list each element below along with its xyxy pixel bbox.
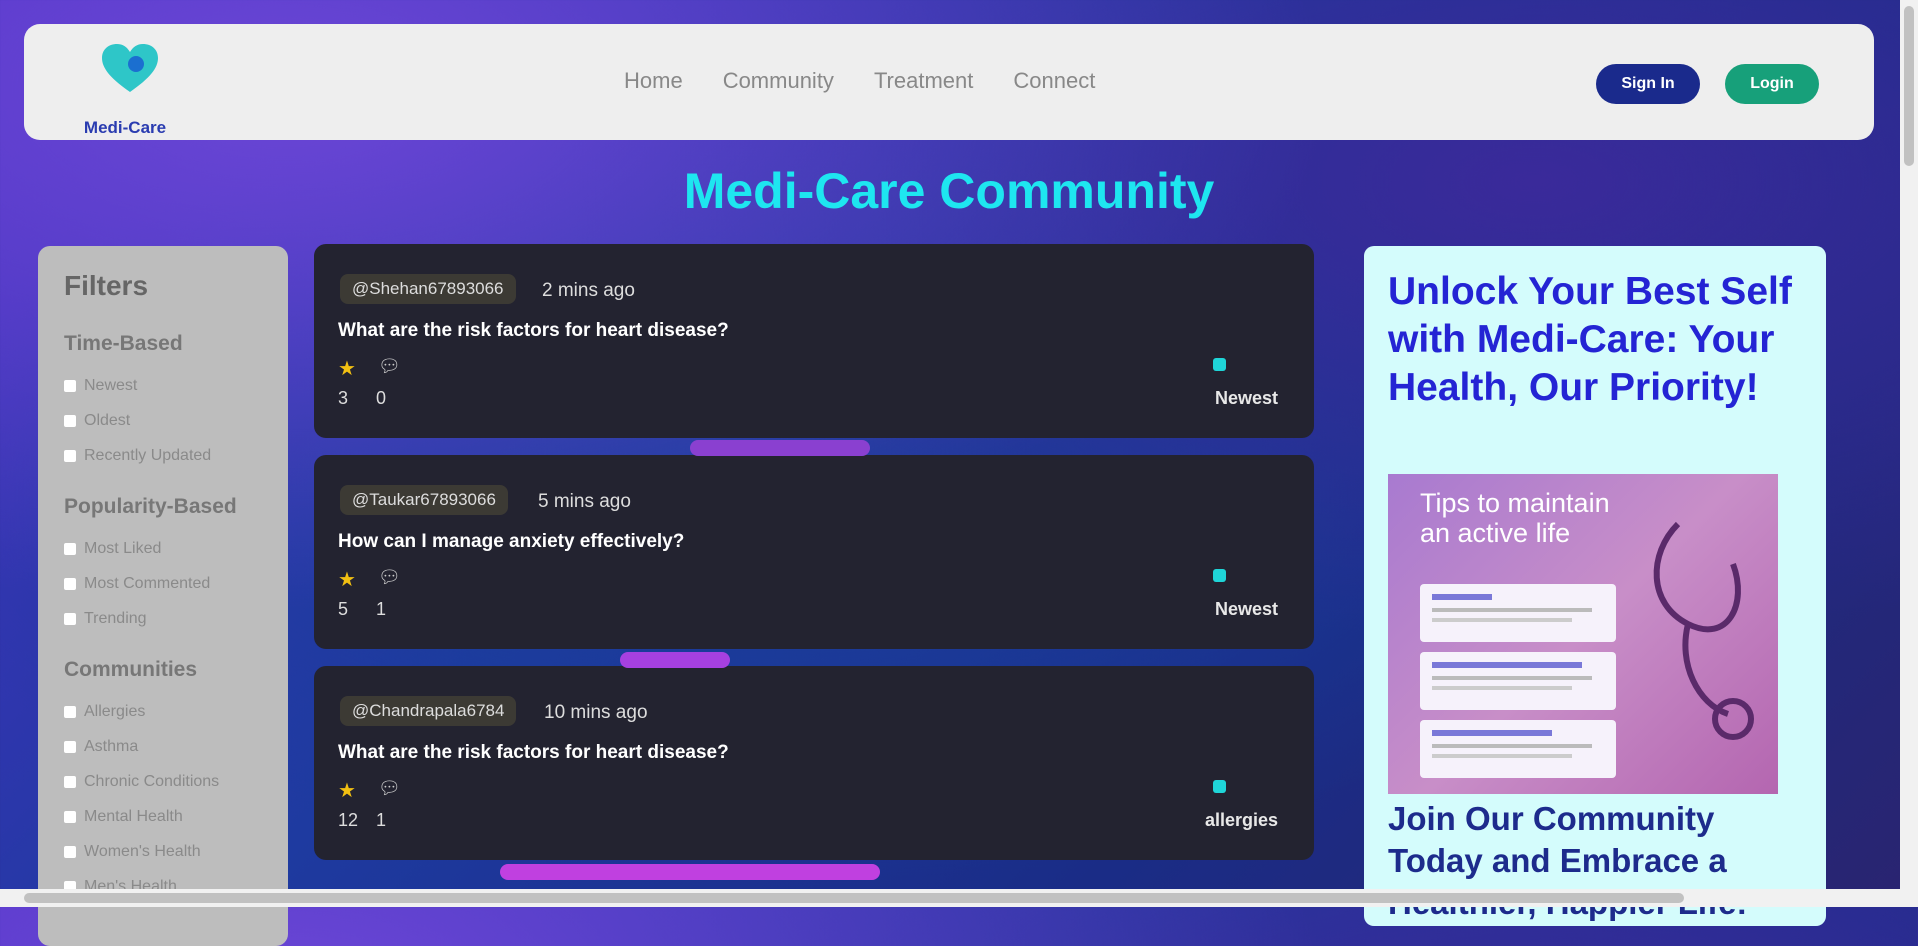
filter-option-most-liked[interactable]: Most Liked — [64, 531, 262, 566]
tip-card — [1420, 584, 1616, 642]
tip-card — [1420, 720, 1616, 778]
post-timestamp: 5 mins ago — [538, 491, 631, 512]
horizontal-scrollbar[interactable] — [0, 889, 1900, 907]
filter-group-popularity: Popularity-Based Most Liked Most Comment… — [64, 495, 262, 636]
filter-option-oldest[interactable]: Oldest — [64, 403, 262, 438]
checkbox[interactable] — [64, 705, 76, 718]
post-tag: allergies — [1204, 810, 1278, 830]
posts-feed: @Shehan67893066 2 mins ago What are the … — [314, 244, 1314, 877]
tag-indicator-icon — [1213, 569, 1226, 582]
filter-option-label: Recently Updated — [84, 446, 212, 464]
post-question[interactable]: What are the risk factors for heart dise… — [338, 742, 729, 764]
checkbox[interactable] — [64, 810, 76, 823]
filters-panel: Filters Time-Based Newest Oldest Recentl… — [38, 246, 288, 946]
filter-group-time: Time-Based Newest Oldest Recently Update… — [64, 332, 262, 473]
post-tag: Newest — [1214, 388, 1278, 408]
vertical-scrollbar[interactable] — [1900, 0, 1918, 907]
nav-home[interactable]: Home — [624, 68, 683, 94]
nav-connect[interactable]: Connect — [1013, 68, 1095, 94]
filter-group-label: Popularity-Based — [64, 495, 237, 518]
filter-option-label: Chronic Conditions — [84, 772, 220, 790]
checkbox[interactable] — [64, 845, 76, 858]
comment-count: 0 — [376, 388, 387, 408]
checkbox[interactable] — [64, 775, 76, 788]
filter-option-label: Allergies — [84, 702, 146, 720]
promo-panel: Unlock Your Best Self with Medi-Care: Yo… — [1364, 246, 1826, 926]
filter-option-label: Oldest — [84, 411, 131, 429]
scrollbar-thumb[interactable] — [24, 893, 1684, 903]
main-nav: Home Community Treatment Connect — [624, 68, 1095, 94]
post-question[interactable]: How can I manage anxiety effectively? — [338, 531, 684, 553]
comment-icon[interactable]: 💬︎ — [378, 778, 401, 799]
checkbox[interactable] — [64, 379, 76, 392]
filter-option-recently-updated[interactable]: Recently Updated — [64, 438, 262, 473]
filter-option-mental-health[interactable]: Mental Health — [64, 799, 262, 834]
tip-card — [1420, 652, 1616, 710]
post-username[interactable]: @Shehan67893066 — [340, 274, 516, 304]
background-decoration — [500, 864, 880, 880]
star-icon[interactable]: ★ — [338, 778, 356, 803]
promo-image-caption: Tips to maintain an active life — [1420, 488, 1610, 548]
like-count: 5 — [338, 599, 349, 619]
filters-title: Filters — [64, 270, 149, 301]
promo-headline: Unlock Your Best Self with Medi-Care: Yo… — [1388, 270, 1792, 409]
star-icon[interactable]: ★ — [338, 356, 356, 381]
page-title: Medi-Care Community — [683, 163, 1215, 219]
post-username[interactable]: @Taukar67893066 — [340, 485, 508, 515]
like-count: 3 — [338, 388, 349, 408]
filter-option-label: Mental Health — [84, 807, 183, 825]
scrollbar-thumb[interactable] — [1904, 6, 1914, 166]
checkbox[interactable] — [64, 577, 76, 590]
comment-icon[interactable]: 💬︎ — [378, 567, 401, 588]
filter-option-label: Asthma — [84, 737, 139, 755]
filter-option-most-commented[interactable]: Most Commented — [64, 566, 262, 601]
post-username[interactable]: @Chandrapala6784 — [340, 696, 517, 726]
post-card[interactable]: @Chandrapala6784 10 mins ago What are th… — [314, 666, 1314, 860]
star-icon[interactable]: ★ — [338, 567, 356, 592]
filter-option-womens-health[interactable]: Women's Health — [64, 834, 262, 869]
comment-count: 1 — [376, 810, 387, 830]
sign-in-button[interactable]: Sign In — [1596, 64, 1700, 104]
filter-group-label: Time-Based — [64, 332, 183, 355]
filter-option-allergies[interactable]: Allergies — [64, 694, 262, 729]
filter-group-label: Communities — [64, 658, 198, 681]
checkbox[interactable] — [64, 612, 76, 625]
checkbox[interactable] — [64, 449, 76, 462]
background-decoration — [690, 440, 870, 456]
promo-image: Tips to maintain an active life — [1388, 474, 1778, 794]
comment-icon[interactable]: 💬︎ — [378, 356, 401, 377]
filter-option-label: Newest — [84, 376, 138, 394]
heart-logo-icon — [102, 44, 158, 92]
brand-logo[interactable]: Medi-Care — [60, 42, 180, 137]
filter-option-chronic-conditions[interactable]: Chronic Conditions — [64, 764, 262, 799]
post-timestamp: 10 mins ago — [544, 702, 648, 723]
brand-name: Medi-Care — [83, 118, 167, 137]
filter-option-label: Most Liked — [84, 539, 162, 557]
filter-option-asthma[interactable]: Asthma — [64, 729, 262, 764]
post-tag: Newest — [1214, 599, 1278, 619]
checkbox[interactable] — [64, 414, 76, 427]
checkbox[interactable] — [64, 542, 76, 555]
filter-option-label: Most Commented — [84, 574, 211, 592]
filter-option-label: Women's Health — [84, 842, 201, 860]
post-timestamp: 2 mins ago — [542, 280, 635, 301]
checkbox[interactable] — [64, 740, 76, 753]
post-card[interactable]: @Shehan67893066 2 mins ago What are the … — [314, 244, 1314, 438]
post-question[interactable]: What are the risk factors for heart dise… — [338, 320, 729, 342]
login-button[interactable]: Login — [1725, 64, 1819, 104]
nav-community[interactable]: Community — [723, 68, 834, 94]
tag-indicator-icon — [1213, 358, 1226, 371]
filter-option-newest[interactable]: Newest — [64, 368, 262, 403]
tag-indicator-icon — [1213, 780, 1226, 793]
background-decoration — [620, 652, 730, 668]
nav-treatment[interactable]: Treatment — [874, 68, 973, 94]
filter-option-trending[interactable]: Trending — [64, 601, 262, 636]
filter-group-communities: Communities Allergies Asthma Chronic Con… — [64, 658, 262, 904]
comment-count: 1 — [376, 599, 387, 619]
post-card[interactable]: @Taukar67893066 5 mins ago How can I man… — [314, 455, 1314, 649]
like-count: 12 — [338, 810, 359, 830]
stethoscope-icon — [1653, 521, 1754, 740]
filter-option-label: Trending — [84, 609, 147, 627]
navbar: Medi-Care Home Community Treatment Conne… — [24, 24, 1874, 140]
